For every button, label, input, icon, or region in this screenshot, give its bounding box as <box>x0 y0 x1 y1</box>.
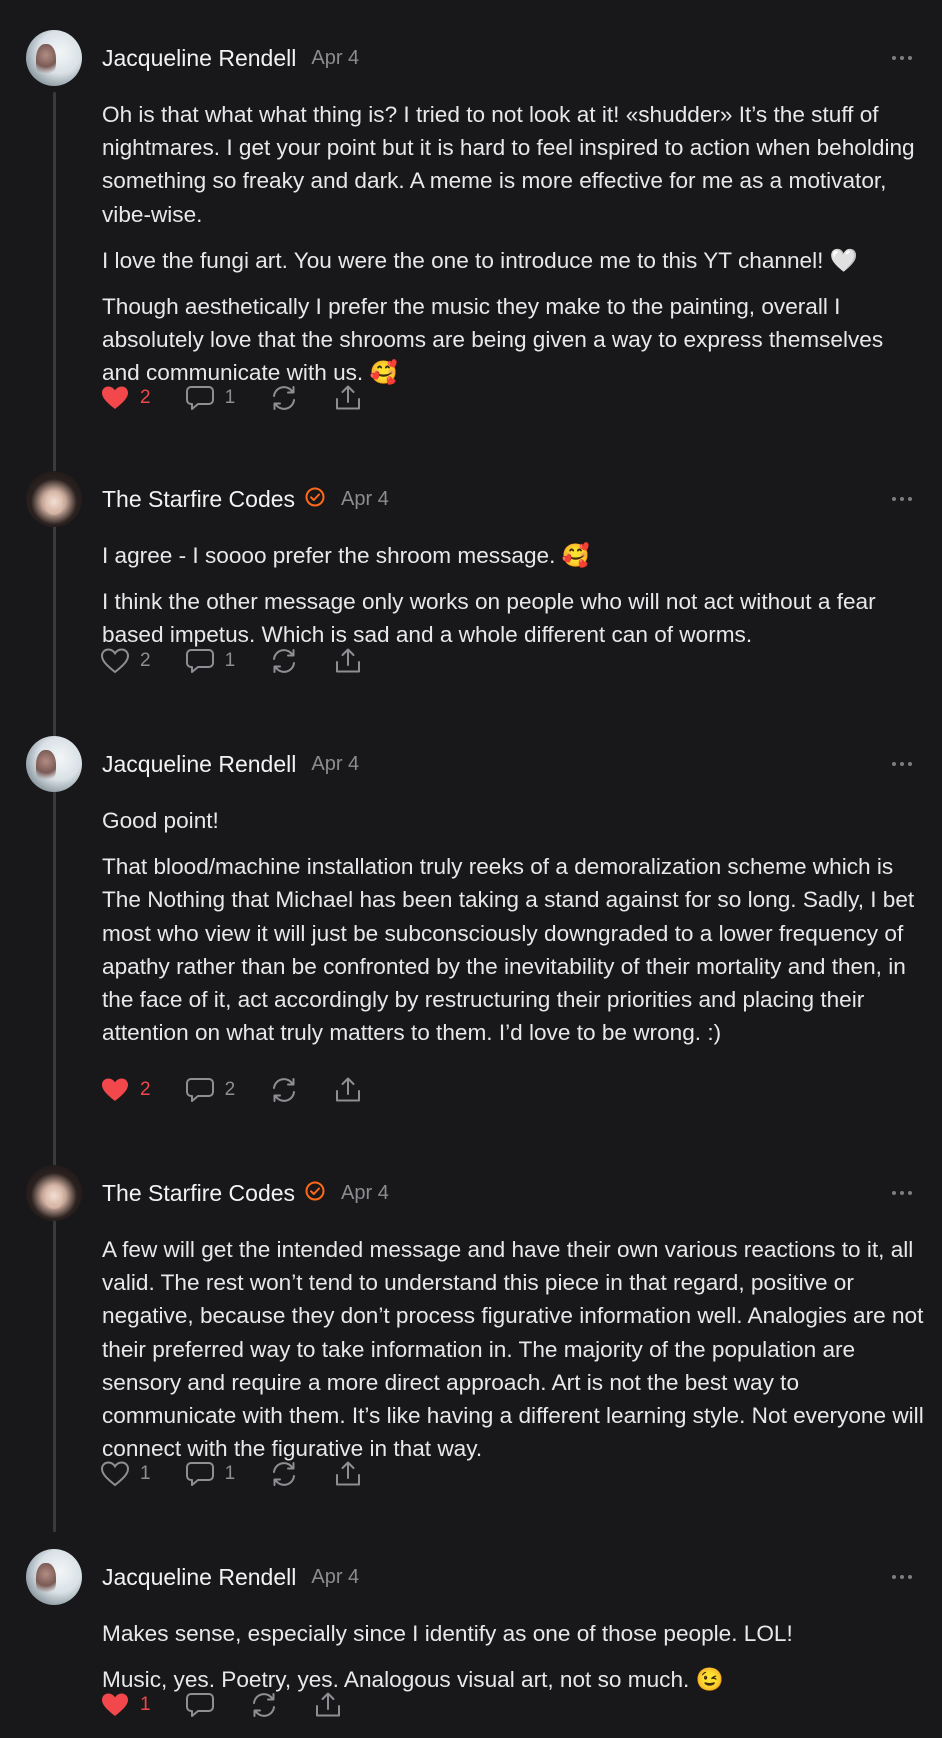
more-options-icon[interactable] <box>892 1567 916 1587</box>
more-options-icon[interactable] <box>892 754 916 774</box>
avatar[interactable] <box>26 1165 82 1221</box>
more-options-icon[interactable] <box>892 48 916 68</box>
heart-icon <box>102 1078 128 1101</box>
comment-icon <box>185 1078 214 1102</box>
comment-header: The Starfire Codes Apr 4 <box>102 471 389 527</box>
author-name[interactable]: The Starfire Codes <box>102 486 295 513</box>
author-name[interactable]: Jacqueline Rendell <box>102 45 296 72</box>
comment-icon <box>185 1462 214 1486</box>
restack-icon <box>273 1078 296 1102</box>
restack-button[interactable] <box>269 1075 299 1105</box>
reply-button[interactable]: 2 <box>185 1075 236 1105</box>
comment-actions: 22 <box>100 1073 397 1107</box>
like-count: 1 <box>140 1463 151 1484</box>
heart-icon <box>102 1693 128 1716</box>
like-count: 2 <box>140 650 151 671</box>
like-button[interactable]: 2 <box>100 383 151 413</box>
comment-body: Oh is that what what thing is? I tried t… <box>102 98 926 403</box>
author-name[interactable]: The Starfire Codes <box>102 1180 295 1207</box>
comment-icon <box>185 649 214 673</box>
reply-button[interactable]: 1 <box>185 646 236 676</box>
comment-icon <box>185 1693 214 1717</box>
comment-paragraph: I think the other message only works on … <box>102 589 876 648</box>
author-name[interactable]: Jacqueline Rendell <box>102 751 296 778</box>
share-icon <box>336 1077 361 1102</box>
avatar[interactable] <box>26 736 82 792</box>
comment-actions: 21 <box>100 644 397 678</box>
heart-icon <box>100 1461 130 1487</box>
comment-paragraph: Makes sense, especially since I identify… <box>102 1621 793 1646</box>
share-button[interactable] <box>333 1459 363 1489</box>
comment: The Starfire Codes Apr 4 I agree - I soooo… <box>0 471 942 678</box>
avatar[interactable] <box>26 1549 82 1605</box>
comment-date[interactable]: Apr 4 <box>311 47 359 70</box>
comment-paragraph: Good point! <box>102 808 219 833</box>
share-button[interactable] <box>333 1075 363 1105</box>
like-button[interactable]: 1 <box>100 1459 151 1489</box>
comment-header: Jacqueline Rendell Apr 4 <box>102 1549 359 1605</box>
comment-date[interactable]: Apr 4 <box>311 1566 359 1589</box>
comment-actions: 1 <box>100 1688 377 1722</box>
like-count: 2 <box>140 1079 151 1100</box>
verified-badge-icon <box>295 486 326 513</box>
comment-paragraph: I love the fungi art. You were the one t… <box>102 247 858 273</box>
restack-button[interactable] <box>249 1690 279 1720</box>
comment: Jacqueline Rendell Apr 4 Good point! That b… <box>0 736 942 1107</box>
restack-icon <box>252 1693 275 1717</box>
heart-icon <box>102 386 128 409</box>
restack-icon <box>273 649 296 673</box>
comment-actions: 11 <box>100 1457 397 1491</box>
comment: Jacqueline Rendell Apr 4 Makes sense, espe… <box>0 1549 942 1722</box>
author-name[interactable]: Jacqueline Rendell <box>102 1564 296 1591</box>
reply-count: 1 <box>224 387 236 408</box>
comment-thread: Jacqueline Rendell Apr 4 Oh is that what w… <box>0 0 942 1738</box>
reply-button[interactable]: 1 <box>185 383 236 413</box>
comment-date[interactable]: Apr 4 <box>341 488 389 511</box>
share-button[interactable] <box>313 1690 343 1720</box>
restack-button[interactable] <box>269 383 299 413</box>
comment-paragraph: I agree - I soooo prefer the shroom mess… <box>102 543 590 568</box>
comment-actions: 21 <box>100 381 397 415</box>
restack-button[interactable] <box>269 646 299 676</box>
share-button[interactable] <box>333 383 363 413</box>
share-icon <box>336 385 361 410</box>
reply-count: 1 <box>224 650 236 671</box>
reply-count: 1 <box>224 1463 236 1484</box>
share-button[interactable] <box>333 646 363 676</box>
restack-icon <box>273 386 296 410</box>
comment-body: Good point! That blood/machine installati… <box>102 804 926 1062</box>
heart-icon <box>100 648 130 674</box>
reply-button[interactable] <box>185 1690 215 1720</box>
restack-button[interactable] <box>269 1459 299 1489</box>
like-button[interactable]: 1 <box>100 1690 151 1720</box>
comment-date[interactable]: Apr 4 <box>311 753 359 776</box>
share-icon <box>315 1692 340 1717</box>
verified-badge-icon <box>295 1180 326 1207</box>
comment-header: Jacqueline Rendell Apr 4 <box>102 736 359 792</box>
comment-paragraph: Though aesthetically I prefer the music … <box>102 294 884 386</box>
comment: The Starfire Codes Apr 4 A few will get th… <box>0 1165 942 1491</box>
comment-date[interactable]: Apr 4 <box>341 1182 389 1205</box>
like-count: 2 <box>140 387 151 408</box>
comment-paragraph: Oh is that what what thing is? I tried t… <box>102 102 915 227</box>
more-options-icon[interactable] <box>892 1183 916 1203</box>
more-options-icon[interactable] <box>892 489 916 509</box>
comment-paragraph: A few will get the intended message and … <box>102 1237 924 1462</box>
share-icon <box>336 1461 361 1486</box>
reply-count: 2 <box>224 1079 236 1100</box>
like-button[interactable]: 2 <box>100 1075 151 1105</box>
comment-paragraph: That blood/machine installation truly re… <box>102 854 915 1046</box>
share-icon <box>336 648 361 673</box>
comment-header: The Starfire Codes Apr 4 <box>102 1165 389 1221</box>
comment-icon <box>185 386 214 410</box>
reply-button[interactable]: 1 <box>185 1459 236 1489</box>
like-count: 1 <box>140 1694 151 1715</box>
avatar[interactable] <box>26 30 82 86</box>
restack-icon <box>273 1462 296 1486</box>
like-button[interactable]: 2 <box>100 646 151 676</box>
comment-header: Jacqueline Rendell Apr 4 <box>102 30 359 86</box>
comment-body: A few will get the intended message and … <box>102 1233 926 1478</box>
avatar[interactable] <box>26 471 82 527</box>
comment: Jacqueline Rendell Apr 4 Oh is that what w… <box>0 30 942 415</box>
